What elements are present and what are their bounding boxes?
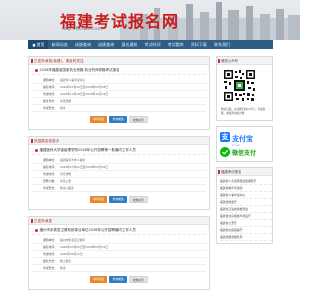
main-content: 已发布消息(免费)，请及时关注 2026年福建省国家执业资格·执业药师资格考试报… <box>28 56 210 296</box>
info-row: 报名时间： 2026年03月05日至2026年03月12日 <box>32 244 206 251</box>
alipay-logo[interactable]: 支 支付宝 ALIPAY <box>220 131 269 147</box>
site-header: 福建考试报名网 http://fjksbm.com <box>0 0 300 40</box>
wechat-qr-panel: 微信公众号 微信扫描，关注我们的公众号，考试提醒、成绩查询更方便 <box>216 56 273 121</box>
bullet-icon <box>35 229 38 232</box>
info-row: 通知单位： 福建省人事考试中心 <box>32 77 206 84</box>
site-url: http://fjksbm.com <box>62 27 102 32</box>
info-row: 报名方式： 网上报名 <box>32 258 206 265</box>
sidebar-link[interactable]: 福建省人事考试中心 <box>220 192 272 199</box>
nav-item-scores-2[interactable]: 成绩查询 <box>95 40 118 49</box>
related-links-panel: 福建考试报名 福建省人力资源和社会保障厅 福建省教育考试院 福建省人事考试中心 … <box>216 167 273 244</box>
main-nav: 首页 新闻动态 成绩查询 成绩查询 报名通知 考试时间 考试题库 资料下载 联系… <box>28 40 273 49</box>
info-row: 报考条件： 详见简章 <box>32 98 206 105</box>
nav-item-news[interactable]: 新闻动态 <box>48 40 71 49</box>
register-button[interactable]: 填写报名 <box>90 116 108 123</box>
links-panel-header: 福建考试报名 <box>217 168 272 176</box>
info-row: 考试形式： 笔试+面试 <box>32 185 206 192</box>
qr-description: 微信扫描，关注我们的公众号，考试提醒、成绩查询更方便 <box>221 108 266 115</box>
info-row: 招聘人数： 详见公告 <box>32 178 206 185</box>
qr-code-icon <box>223 69 256 102</box>
sidebar: 微信公众号 微信扫描，关注我们的公众号，考试提醒、成绩查询更方便 支 支付宝 AL… <box>216 56 273 249</box>
sidebar-link[interactable]: 福建省卫生健康委员会 <box>220 206 272 213</box>
home-icon <box>31 43 36 47</box>
nav-item-registration[interactable]: 报名通知 <box>118 40 141 49</box>
exam-card: 已发布消息 福州市永泰县卫健系统事业单位2026年公开招聘编内工作人员 通知单位… <box>28 216 210 290</box>
info-row: 通知单位： 福建医科大学人事处 <box>32 157 206 164</box>
card-header: 已发布消息(免费)，请及时关注 <box>29 57 209 65</box>
nav-item-question-bank[interactable]: 考试题库 <box>164 40 187 49</box>
nav-item-home[interactable]: 首页 <box>28 40 49 49</box>
info-row: 报名时间： 2026年03月02日至2026年03月16日 <box>32 164 206 171</box>
check-score-button[interactable]: 查询成绩 <box>109 116 127 123</box>
qr-panel-header: 微信公众号 <box>217 57 272 65</box>
exam-card: 已发布消息(免费)，请及时关注 2026年福建省国家执业资格·执业药师资格考试报… <box>28 56 210 130</box>
nav-item-contact[interactable]: 联系我们 <box>211 40 234 49</box>
sidebar-link[interactable]: 福建省财政厅 <box>220 199 272 206</box>
sidebar-link[interactable]: 福建省公安厅 <box>220 220 272 227</box>
bullet-icon <box>35 149 38 152</box>
exam-card: 热招报名信息中 福建医科大学省级理学院2026年公开招聘第一批编内工作人员 通知… <box>28 136 210 210</box>
card-header: 已发布消息 <box>29 217 209 225</box>
nav-item-scores[interactable]: 成绩查询 <box>71 40 94 49</box>
wechat-pay-logo[interactable]: 微信支付 <box>220 146 269 158</box>
sidebar-link[interactable]: 福建省人力资源和社会保障厅 <box>220 178 272 185</box>
sidebar-link[interactable]: 福建省住房和城乡建设厅 <box>220 213 272 220</box>
sidebar-link[interactable]: 福建省教育考试院 <box>220 185 272 192</box>
info-row: 考试形式： 机考 <box>32 105 206 112</box>
info-row: 报名时间： 2026年03月10日至2026年03月18日 <box>32 84 206 91</box>
info-row: 考试时间： 另行通知 <box>32 171 206 178</box>
info-row: 考试形式： 笔试 <box>32 265 206 272</box>
sidebar-link[interactable]: 福建省国家税务局 <box>220 234 272 241</box>
bookmark-button[interactable]: 收藏本页 <box>128 276 148 283</box>
sidebar-link[interactable]: 福建省交通运输厅 <box>220 227 272 234</box>
bookmark-button[interactable]: 收藏本页 <box>128 116 148 123</box>
register-button[interactable]: 填写报名 <box>90 196 108 203</box>
check-score-button[interactable]: 查询成绩 <box>109 276 127 283</box>
bookmark-button[interactable]: 收藏本页 <box>128 196 148 203</box>
info-row: 考试时间： 2026年04月12日 <box>32 251 206 258</box>
check-score-button[interactable]: 查询成绩 <box>109 196 127 203</box>
nav-item-downloads[interactable]: 资料下载 <box>187 40 210 49</box>
card-title-link[interactable]: 2026年福建省国家执业资格·执业药师资格考试报名 <box>32 65 206 75</box>
info-row: 考试时间： 2026年10月18日至2026年10月19日 <box>32 91 206 98</box>
card-header: 热招报名信息中 <box>29 137 209 145</box>
card-title-link[interactable]: 福建医科大学省级理学院2026年公开招聘第一批编内工作人员 <box>32 145 206 155</box>
bullet-icon <box>35 69 38 72</box>
wechat-pay-icon <box>220 147 230 157</box>
payment-panel: 支 支付宝 ALIPAY 微信支付 <box>216 126 273 162</box>
nav-item-exam-time[interactable]: 考试时间 <box>141 40 164 49</box>
alipay-icon: 支 <box>220 132 230 142</box>
card-title-link[interactable]: 福州市永泰县卫健系统事业单位2026年公开招聘编内工作人员 <box>32 225 206 235</box>
info-row: 通知单位： 福州市永泰县卫健局 <box>32 237 206 244</box>
register-button[interactable]: 填写报名 <box>90 276 108 283</box>
